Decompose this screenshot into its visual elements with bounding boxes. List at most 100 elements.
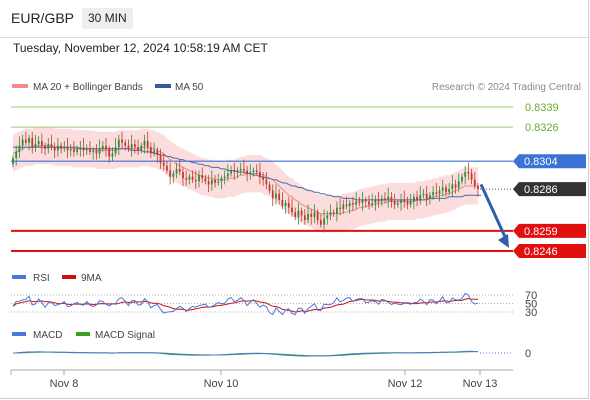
candle-body — [287, 203, 290, 208]
candle-body — [374, 199, 377, 203]
candle-body — [454, 184, 457, 188]
candle-body — [335, 207, 338, 214]
candle-body — [278, 193, 281, 200]
candle-body — [95, 150, 98, 154]
candle-body — [368, 201, 370, 205]
macd-line — [12, 350, 479, 357]
candle-body — [47, 144, 50, 149]
candle-body — [284, 203, 287, 207]
bollinger-legend-swatch — [12, 84, 28, 88]
rsi-ma-legend-swatch — [62, 275, 76, 279]
candle-body — [114, 147, 117, 154]
candle-body — [361, 199, 364, 203]
candle-body — [220, 178, 223, 182]
candle-body — [50, 144, 53, 148]
candle-body — [438, 190, 441, 194]
candle-body — [124, 142, 127, 146]
candle-body — [198, 175, 200, 182]
candle-body — [73, 148, 75, 152]
candle-body — [162, 162, 165, 166]
candle-body — [191, 176, 194, 180]
candle-body — [15, 151, 18, 159]
candle-body — [387, 196, 390, 200]
candle-body — [178, 168, 181, 173]
bollinger-band — [13, 127, 478, 233]
candle-body — [300, 210, 303, 216]
x-tick-label: Nov 12 — [388, 378, 423, 390]
candle-body — [130, 144, 133, 149]
candle-body — [204, 178, 207, 182]
candle-body — [294, 212, 297, 217]
candle-body — [342, 204, 345, 210]
rsi-lines — [12, 292, 479, 316]
rsi-tick-labels: 705030 — [525, 290, 537, 319]
candle-body — [403, 199, 406, 202]
resistance-label: 0.8326 — [525, 122, 559, 134]
bollinger-legend-label: MA 20 + Bollinger Bands — [33, 82, 143, 93]
macd-tick-labels: 0 — [525, 348, 531, 360]
macd-signal-legend-swatch — [76, 332, 90, 336]
candle-body — [79, 147, 82, 149]
candle-body — [223, 176, 226, 179]
candle-body — [239, 168, 242, 171]
candle-body — [409, 201, 412, 205]
forecast-arrow — [479, 183, 509, 248]
candle-body — [175, 168, 178, 174]
candle-body — [111, 153, 114, 157]
candle-body — [265, 179, 268, 185]
candle-body — [40, 141, 43, 146]
candle-body — [422, 193, 425, 196]
candle-body — [182, 172, 184, 179]
candle-body — [24, 139, 27, 143]
candle-body — [133, 144, 136, 148]
candle-body — [92, 150, 95, 152]
resistance-label: 0.8339 — [525, 102, 559, 114]
candle-body — [230, 170, 232, 174]
candle-body — [246, 170, 249, 174]
candle-body — [108, 148, 111, 157]
candle-body — [28, 137, 30, 143]
main-legend: MA 20 + Bollinger Bands MA 50 Research ©… — [12, 82, 581, 93]
candle-body — [275, 193, 277, 199]
ma50-legend-label: MA 50 — [175, 82, 204, 93]
candle-body — [467, 172, 470, 174]
candle-body — [105, 145, 107, 149]
rsi-tick-label: 30 — [525, 307, 537, 319]
candle-body — [60, 145, 63, 149]
candle-body — [457, 181, 460, 188]
candle-body — [435, 192, 438, 194]
candle-body — [262, 176, 265, 180]
ma50-legend-swatch — [155, 84, 171, 88]
candle-body — [44, 145, 46, 149]
candle-body — [428, 195, 431, 199]
candle-body — [332, 212, 335, 214]
candle-body — [18, 145, 21, 152]
candle-body — [172, 173, 175, 177]
x-tick-label: Nov 13 — [463, 378, 498, 390]
candle-body — [371, 203, 374, 205]
rsi-legend-label: RSI — [33, 273, 50, 284]
support-tag-label: 0.8259 — [524, 226, 558, 238]
candle-body — [185, 178, 188, 180]
x-axis-ticks: Nov 8 Nov 10 Nov 12 Nov 13 — [10, 370, 498, 390]
candle-body — [12, 158, 14, 165]
candle-body — [310, 213, 313, 217]
candle-body — [319, 220, 322, 225]
candle-body — [451, 184, 454, 190]
candle-body — [326, 215, 329, 219]
candle-body — [329, 212, 332, 216]
candle-body — [303, 215, 306, 221]
candle-body — [323, 218, 325, 225]
candle-body — [377, 199, 380, 202]
candle-body — [207, 181, 210, 185]
candle-body — [137, 147, 139, 151]
candle-body — [445, 187, 447, 193]
candle-body — [396, 203, 399, 205]
macd-tick-label: 0 — [525, 348, 531, 360]
rsi-panel: RSI 9MA 705030 — [11, 273, 537, 319]
candle-body — [201, 175, 204, 179]
candle-body — [233, 170, 236, 173]
macd-signal-legend-label: MACD Signal — [95, 330, 155, 341]
candle-body — [34, 144, 37, 148]
candle-body — [66, 147, 69, 151]
